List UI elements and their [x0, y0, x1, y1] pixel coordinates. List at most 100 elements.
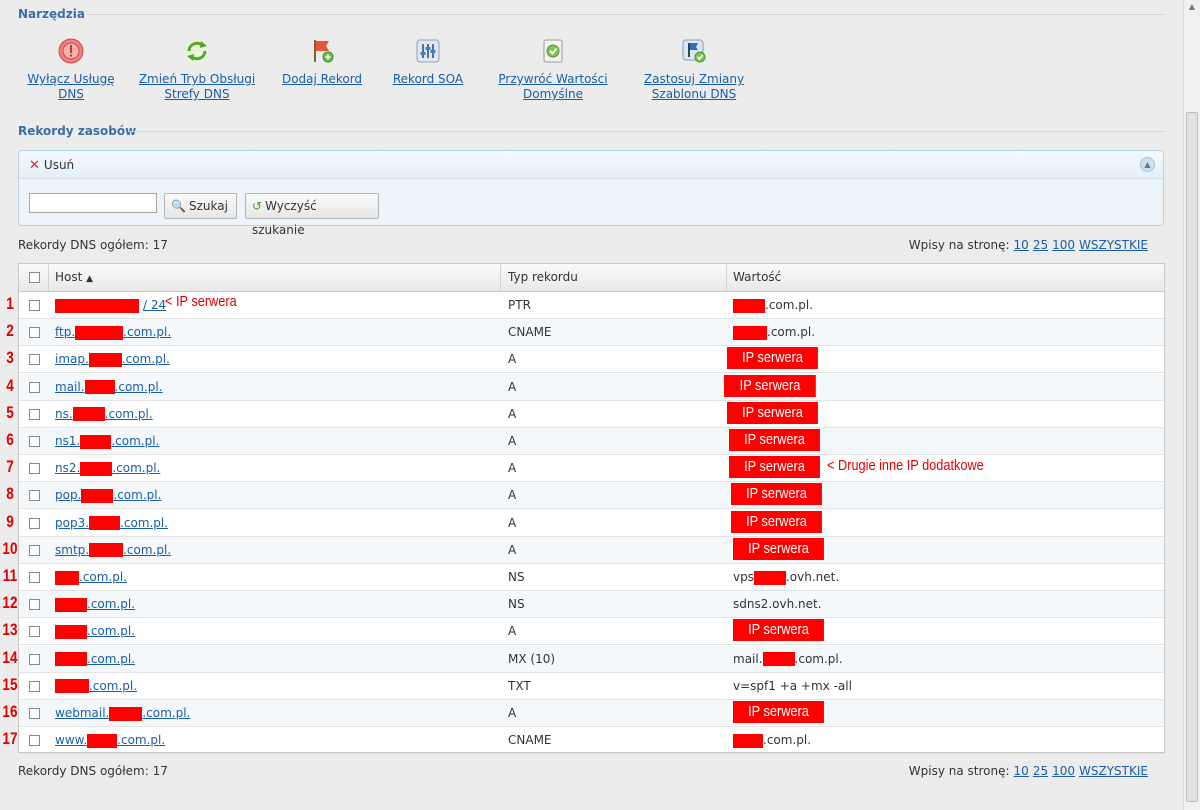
table-row[interactable]: ns. .com.pl. A [19, 401, 1164, 428]
column-host[interactable]: Host ▲ [55, 264, 93, 291]
table-row[interactable]: ftp. .com.pl. CNAME .com.pl. [19, 319, 1164, 347]
table-row[interactable]: .com.pl. MX (10) mail. .com.pl. [19, 645, 1164, 673]
row-checkbox[interactable] [29, 517, 40, 529]
row-checkbox[interactable] [29, 436, 40, 447]
tool-link-add-record[interactable]: Dodaj Rekord [279, 72, 365, 87]
per-page-100[interactable]: 100 [1052, 764, 1075, 778]
column-value[interactable]: Wartość [733, 264, 781, 291]
table-header: Host ▲ Typ rekordu Wartość [19, 264, 1164, 292]
host-link[interactable]: webmail. .com.pl. [55, 706, 190, 721]
per-page-25[interactable]: 25 [1033, 238, 1048, 252]
tool-link-soa-record[interactable]: Rekord SOA [390, 72, 466, 87]
host-link[interactable]: ftp. .com.pl. [55, 325, 171, 340]
tool-add-record[interactable]: Dodaj Rekord [279, 38, 365, 87]
tool-link-restore-defaults[interactable]: Przywróć Wartości Domyślne [497, 72, 609, 102]
host-prefix: webmail. [55, 706, 110, 720]
per-page-10[interactable]: 10 [1014, 764, 1029, 778]
host-prefix: pop3. [55, 515, 90, 530]
per-page-25[interactable]: 25 [1033, 764, 1048, 778]
row-checkbox[interactable] [29, 463, 40, 475]
host-link[interactable]: .com.pl. [55, 570, 127, 585]
row-checkbox[interactable] [29, 572, 40, 583]
row-checkbox[interactable] [29, 490, 40, 502]
table-row[interactable]: smtp. .com.pl. A [19, 536, 1164, 564]
per-page-100[interactable]: 100 [1052, 238, 1075, 252]
table-row[interactable]: .com.pl. A [19, 618, 1164, 646]
host-link[interactable]: pop. .com.pl. [55, 488, 161, 503]
host-cell: .com.pl. [55, 618, 135, 645]
row-checkbox[interactable] [29, 599, 40, 611]
host-link[interactable]: ns. .com.pl. [55, 407, 153, 422]
host-suffix: .com.pl. [121, 352, 170, 367]
row-checkbox[interactable] [29, 300, 40, 311]
table-row[interactable]: ns2. .com.pl. A [19, 455, 1164, 483]
row-checkbox[interactable] [29, 708, 40, 719]
scrollbar-thumb[interactable] [1186, 112, 1198, 802]
collapse-icon[interactable]: ▲ [1140, 157, 1155, 172]
scroll-up-icon[interactable]: ▲ [1186, 0, 1198, 14]
table-row[interactable]: pop. .com.pl. A [19, 482, 1164, 510]
host-link[interactable]: .com.pl. [55, 652, 135, 667]
undo-icon: ↺ [252, 199, 263, 213]
redaction-mark [87, 733, 118, 748]
redaction-mark [55, 298, 139, 313]
tool-apply-template[interactable]: Zastosuj Zmiany Szablonu DNS [641, 38, 747, 102]
host-suffix: .com.pl. [112, 461, 161, 476]
host-link[interactable]: smtp. .com.pl. [55, 542, 172, 558]
row-checkbox[interactable] [29, 354, 40, 366]
table-row[interactable]: .com.pl. NS sdns2.ovh.net. [19, 591, 1164, 619]
row-checkbox[interactable] [29, 680, 40, 692]
host-suffix: / 24 [143, 298, 167, 312]
host-link[interactable]: www. .com.pl. [55, 733, 165, 748]
search-button[interactable]: 🔍 Szukaj [164, 193, 237, 219]
host-link[interactable]: .com.pl. [55, 624, 135, 639]
dns-records-table: Host ▲ Typ rekordu Wartość / 24 PTR .com.p… [18, 263, 1165, 755]
row-checkbox[interactable] [29, 653, 40, 665]
table-row[interactable]: imap. .com.pl. A [19, 346, 1164, 374]
tool-soa-record[interactable]: Rekord SOA [390, 38, 466, 87]
table-row[interactable]: ns1. .com.pl. A [19, 428, 1164, 455]
table-row[interactable]: www. .com.pl. CNAME .com.pl. [19, 727, 1164, 755]
tool-link-disable-dns[interactable]: Wyłącz Usługę DNS [18, 72, 124, 102]
host-link[interactable]: imap. .com.pl. [55, 352, 170, 367]
row-checkbox[interactable] [29, 544, 40, 556]
host-link[interactable]: pop3. .com.pl. [55, 515, 168, 531]
tool-link-apply-template[interactable]: Zastosuj Zmiany Szablonu DNS [641, 72, 747, 102]
redaction-mark [753, 570, 786, 585]
redaction-mark [80, 434, 112, 449]
table-row[interactable]: webmail. .com.pl. A [19, 700, 1164, 727]
host-link[interactable]: mail. .com.pl. [55, 380, 163, 395]
row-checkbox[interactable] [29, 327, 40, 339]
row-checkbox[interactable] [29, 735, 40, 747]
host-link[interactable]: ns2. .com.pl. [55, 461, 161, 476]
search-input[interactable] [29, 193, 157, 213]
host-link[interactable]: / 24 [55, 298, 167, 313]
table-row[interactable]: .com.pl. TXT v=spf1 +a +mx -all [19, 673, 1164, 700]
tool-restore-defaults[interactable]: Przywróć Wartości Domyślne [497, 38, 609, 102]
per-page-10[interactable]: 10 [1014, 238, 1029, 252]
host-cell: .com.pl. [55, 646, 135, 673]
table-row[interactable]: mail. .com.pl. A [19, 373, 1164, 401]
host-cell: ftp. .com.pl. [55, 319, 171, 346]
select-all-checkbox[interactable] [29, 272, 40, 283]
host-link[interactable]: .com.pl. [55, 679, 137, 694]
vertical-scrollbar[interactable]: ▲ [1183, 0, 1200, 810]
per-page-all[interactable]: WSZYSTKIE [1079, 238, 1148, 252]
tool-disable-dns[interactable]: Wyłącz Usługę DNS [18, 38, 124, 102]
column-type[interactable]: Typ rekordu [508, 264, 578, 291]
host-suffix: .com.pl. [123, 542, 172, 557]
row-checkbox[interactable] [29, 626, 40, 638]
row-checkbox[interactable] [29, 408, 40, 420]
clear-search-button[interactable]: ↺ Wyczyść szukanie [245, 193, 379, 237]
tool-change-zone-mode[interactable]: Zmień Tryb Obsługi Strefy DNS [138, 38, 256, 102]
host-link[interactable]: .com.pl. [55, 597, 135, 612]
record-value-cell: vps .ovh.net. [733, 564, 839, 591]
value-suffix: .com.pl. [765, 298, 814, 312]
row-checkbox[interactable] [29, 381, 40, 393]
delete-button[interactable]: ✕ Usuń [29, 158, 74, 173]
table-row[interactable]: pop3. .com.pl. A [19, 510, 1164, 537]
table-row[interactable]: .com.pl. NS vps .ovh.net. [19, 564, 1164, 591]
per-page-all[interactable]: WSZYSTKIE [1079, 764, 1148, 778]
tool-link-change-zone-mode[interactable]: Zmień Tryb Obsługi Strefy DNS [138, 72, 256, 102]
host-link[interactable]: ns1. .com.pl. [55, 434, 159, 449]
